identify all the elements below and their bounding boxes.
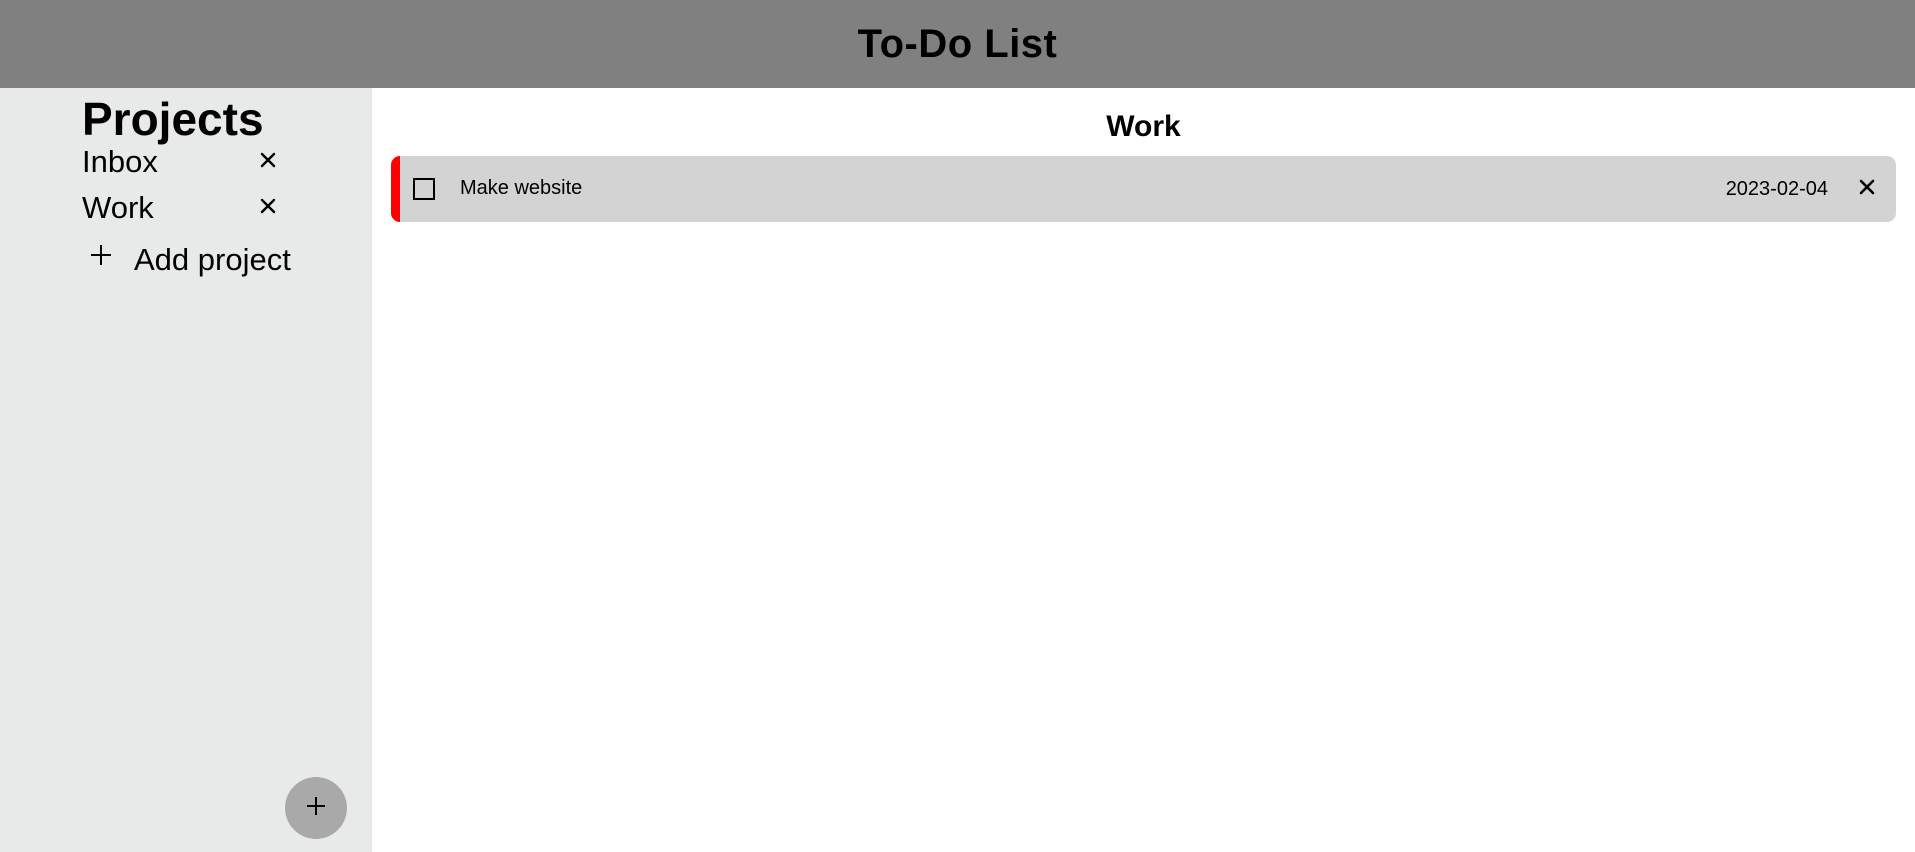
main-panel: Work Make website 2023-02-04 [372,88,1915,852]
close-icon[interactable] [254,192,282,220]
plus-icon [305,795,327,822]
task-checkbox[interactable] [413,178,435,200]
sidebar-item-work[interactable]: Work [82,188,282,228]
add-task-button[interactable] [285,777,347,839]
sidebar-item-label: Work [82,190,154,225]
task-due-date: 2023-02-04 [1725,178,1828,200]
add-project-button[interactable]: Add project [88,238,291,282]
add-project-label: Add project [134,242,291,277]
app-header: To-Do List [0,0,1915,88]
sidebar: Projects Inbox Work Add project [0,88,372,852]
close-icon[interactable] [254,146,282,174]
task-title: Make website [460,177,583,199]
close-icon[interactable] [1854,174,1880,200]
task-item[interactable]: Make website 2023-02-04 [391,156,1896,222]
app-title: To-Do List [857,21,1058,66]
projects-heading: Projects [82,93,264,145]
sidebar-item-inbox[interactable]: Inbox [82,142,282,182]
plus-icon [88,242,114,268]
page-title: Work [1106,110,1181,143]
sidebar-item-label: Inbox [82,144,158,179]
